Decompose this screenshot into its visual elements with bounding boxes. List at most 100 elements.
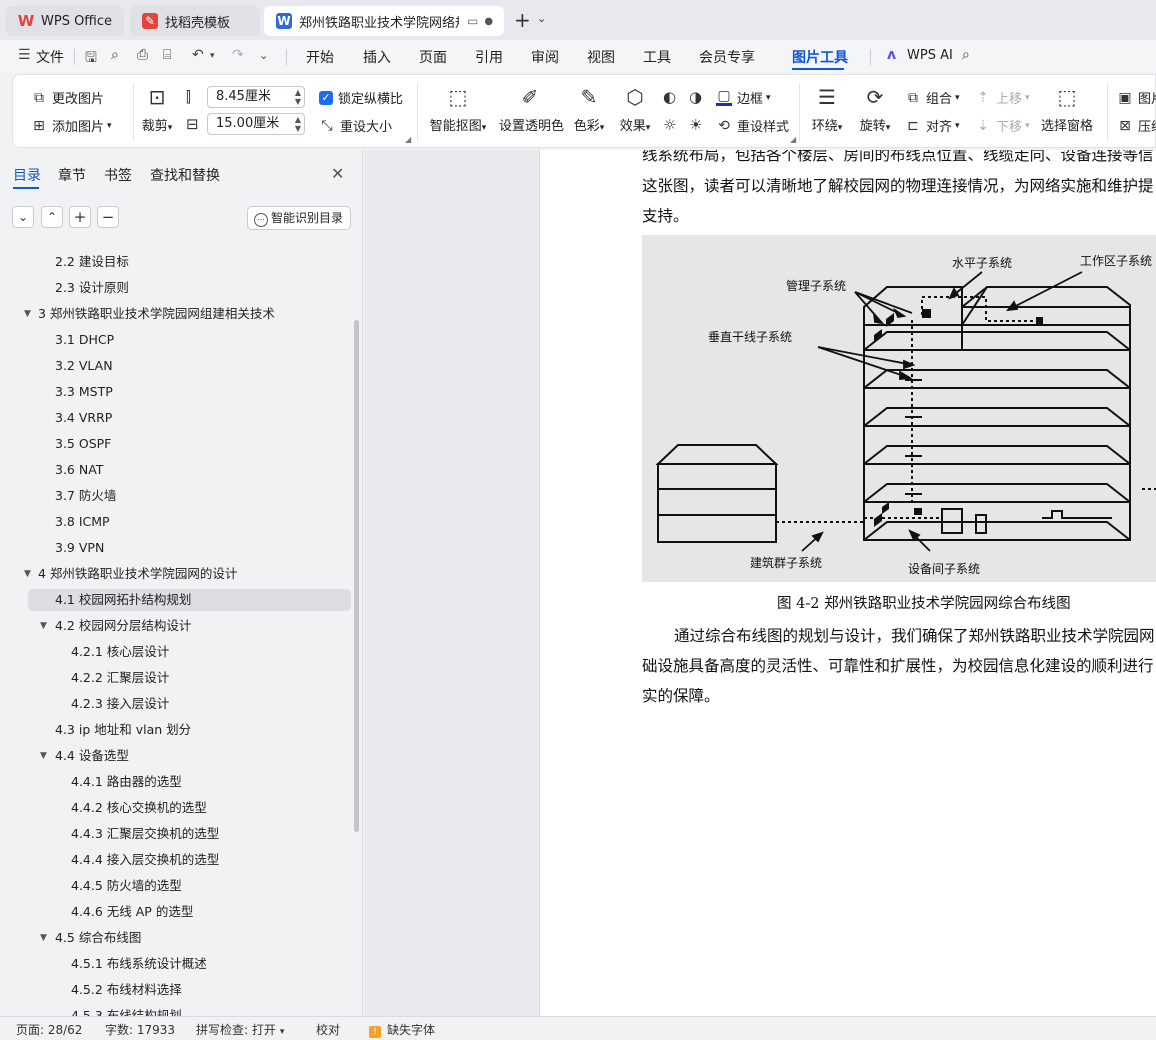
reset-size-button[interactable]: ⤡ 重设大小 bbox=[319, 116, 392, 136]
menu-view[interactable]: 视图 bbox=[587, 47, 615, 67]
toc-item[interactable]: 4.2.3 接入层设计 bbox=[0, 693, 356, 715]
tab-bookmarks[interactable]: 书签 bbox=[104, 165, 132, 185]
toc-item[interactable]: 3.4 VRRP bbox=[0, 407, 356, 429]
chevron-down-icon[interactable]: ⌄ bbox=[537, 12, 546, 25]
effect-button[interactable]: ⬡ 效果▾ bbox=[615, 85, 655, 134]
menu-file[interactable]: 文件 bbox=[36, 47, 64, 67]
toc-item[interactable]: 4.1 校园网拓扑结构规划 bbox=[28, 589, 351, 611]
redo-icon[interactable]: ↷ bbox=[232, 47, 244, 63]
expand-up-button[interactable]: ⌃ bbox=[41, 206, 63, 228]
unsaved-dot-icon[interactable]: ● bbox=[484, 16, 493, 27]
tab-chapters[interactable]: 章节 bbox=[58, 165, 86, 185]
border-button[interactable]: ▢ 边框 ▾ bbox=[716, 88, 771, 107]
print-preview-icon[interactable]: ⌸ bbox=[163, 47, 171, 63]
image-more-button[interactable]: ▣图片 bbox=[1117, 88, 1156, 108]
toc-item[interactable]: 4.4.2 核心交换机的选型 bbox=[0, 797, 356, 819]
spell-check-toggle[interactable]: 拼写检查: 打开 ▾ bbox=[196, 1021, 284, 1038]
page-indicator[interactable]: 页面: 28/62 bbox=[16, 1021, 82, 1038]
toc-item[interactable]: 3.2 VLAN bbox=[0, 355, 356, 377]
undo-icon[interactable]: ↶ bbox=[192, 47, 204, 63]
toc-item[interactable]: 4.4.4 接入层交换机的选型 bbox=[0, 849, 356, 871]
menu-page[interactable]: 页面 bbox=[419, 47, 447, 67]
spinner-arrows-icon[interactable]: ▲ ▼ bbox=[295, 88, 301, 106]
save-icon[interactable]: 🖫 bbox=[85, 47, 97, 71]
expand-toggle-icon[interactable]: ▼ bbox=[24, 303, 31, 325]
menu-wps-ai[interactable]: WPS AI bbox=[907, 48, 953, 63]
move-up-button[interactable]: ⇡ 上移 ▾ bbox=[975, 88, 1029, 108]
tab-wps-office[interactable]: W WPS Office bbox=[6, 6, 124, 36]
export-icon[interactable]: ⌕ bbox=[111, 47, 119, 63]
compress-button[interactable]: ⊠压缩 bbox=[1117, 116, 1156, 136]
cabling-diagram-image[interactable]: 水平子系统 工作区子系统 管理子系统 垂直干线子系统 建筑群子系统 设备间子系统 bbox=[642, 235, 1156, 582]
toc-item[interactable]: 3.1 DHCP bbox=[0, 329, 356, 351]
lock-ratio-checkbox[interactable]: ✓ 锁定纵横比 bbox=[319, 88, 403, 107]
toc-item[interactable]: 3.7 防火墙 bbox=[0, 485, 356, 507]
toc-item[interactable]: ▼ 4 郑州铁路职业技术学院园网的设计 bbox=[0, 563, 356, 585]
word-count[interactable]: 字数: 17933 bbox=[105, 1021, 175, 1038]
proofread-button[interactable]: 校对 bbox=[316, 1021, 340, 1038]
spinner-arrows-icon[interactable]: ▲ ▼ bbox=[295, 115, 301, 133]
tab-toc[interactable]: 目录 bbox=[13, 165, 41, 185]
set-transparent-button[interactable]: ✐ 设置透明色 bbox=[499, 85, 564, 134]
toc-item[interactable]: 2.3 设计原则 bbox=[0, 277, 356, 299]
toc-item[interactable]: 4.4.3 汇聚层交换机的选型 bbox=[0, 823, 356, 845]
expand-toggle-icon[interactable]: ▼ bbox=[24, 563, 31, 585]
select-pane-button[interactable]: ⬚ 选择窗格 bbox=[1039, 85, 1095, 134]
tab-document[interactable]: W 郑州铁路职业技术学院网络规划 ▭ ● bbox=[264, 6, 504, 36]
toc-item[interactable]: 3.8 ICMP bbox=[0, 511, 356, 533]
toc-item[interactable]: 4.2.1 核心层设计 bbox=[0, 641, 356, 663]
toc-item[interactable]: 4.4.6 无线 AP 的选型 bbox=[0, 901, 356, 923]
wrap-button[interactable]: ☰ 环绕▾ bbox=[807, 85, 847, 134]
toc-item[interactable]: 4.4.1 路由器的选型 bbox=[0, 771, 356, 793]
hamburger-icon[interactable]: ☰ bbox=[18, 47, 31, 63]
tab-find-replace[interactable]: 查找和替换 bbox=[150, 165, 220, 185]
smart-toc-button[interactable]: ⋯ 智能识别目录 bbox=[247, 206, 351, 230]
menu-picture-tools[interactable]: 图片工具 bbox=[792, 47, 848, 67]
align-button[interactable]: ⊏ 对齐 ▾ bbox=[905, 116, 959, 136]
collapse-all-button[interactable]: ⌄ bbox=[12, 206, 34, 228]
change-image-button[interactable]: ⧉ 更改图片 bbox=[31, 88, 104, 108]
tab-docer-templates[interactable]: ✎ 找稻壳模板 bbox=[130, 6, 260, 36]
menu-review[interactable]: 审阅 bbox=[531, 47, 559, 67]
add-heading-button[interactable]: + bbox=[69, 206, 91, 228]
expand-toggle-icon[interactable]: ▼ bbox=[40, 927, 47, 949]
missing-font-button[interactable]: ! 缺失字体 bbox=[369, 1021, 435, 1038]
toc-item[interactable]: 3.3 MSTP bbox=[0, 381, 356, 403]
wps-ai-icon[interactable]: ᴧ bbox=[887, 47, 896, 63]
expand-toggle-icon[interactable]: ▼ bbox=[40, 615, 47, 637]
toc-item[interactable]: 3.5 OSPF bbox=[0, 433, 356, 455]
group-button[interactable]: ⧉ 组合 ▾ bbox=[905, 88, 960, 108]
dialog-launcher-icon[interactable]: ◢ bbox=[790, 135, 796, 144]
toc-item[interactable]: 4.5.1 布线系统设计概述 bbox=[0, 953, 356, 975]
toc-item[interactable]: 4.2.2 汇聚层设计 bbox=[0, 667, 356, 689]
menu-member[interactable]: 会员专享 bbox=[699, 47, 755, 67]
toc-item[interactable]: ▼ 3 郑州铁路职业技术学院园网组建相关技术 bbox=[0, 303, 356, 325]
search-icon[interactable]: ⌕ bbox=[962, 47, 970, 63]
remove-heading-button[interactable]: − bbox=[97, 206, 119, 228]
toc-item[interactable]: 4.4.5 防火墙的选型 bbox=[0, 875, 356, 897]
more-dropdown-icon[interactable]: ⌄ bbox=[259, 49, 268, 62]
expand-toggle-icon[interactable]: ▼ bbox=[40, 745, 47, 767]
crop-button[interactable]: ⊡ 裁剪▾ bbox=[137, 85, 177, 134]
dialog-launcher-icon[interactable]: ◢ bbox=[405, 135, 411, 144]
toc-item[interactable]: ▼ 4.4 设备选型 bbox=[0, 745, 356, 767]
undo-dropdown-icon[interactable]: ▾ bbox=[210, 51, 215, 61]
toc-item[interactable]: 2.2 建设目标 bbox=[0, 251, 356, 273]
toc-item[interactable]: ▼ 4.5 综合布线图 bbox=[0, 927, 356, 949]
height-input[interactable]: 15.00厘米 ▲ ▼ bbox=[207, 113, 305, 135]
toc-item[interactable]: 3.6 NAT bbox=[0, 459, 356, 481]
reset-style-button[interactable]: ⟲ 重设样式 bbox=[716, 116, 789, 136]
menu-insert[interactable]: 插入 bbox=[363, 47, 391, 67]
contrast-up-icon[interactable]: ◐ bbox=[663, 88, 676, 106]
brightness-down-icon[interactable]: ☀ bbox=[689, 116, 702, 134]
scrollbar[interactable] bbox=[354, 320, 359, 832]
toc-item[interactable]: 4.5.2 布线材料选择 bbox=[0, 979, 356, 1001]
width-input[interactable]: 8.45厘米 ▲ ▼ bbox=[207, 86, 305, 108]
brightness-up-icon[interactable]: ☼ bbox=[663, 116, 676, 134]
menu-home[interactable]: 开始 bbox=[306, 47, 334, 67]
move-down-button[interactable]: ⇣ 下移 ▾ bbox=[975, 116, 1029, 136]
contrast-down-icon[interactable]: ◑ bbox=[689, 88, 702, 106]
add-image-button[interactable]: ⊞ 添加图片 ▾ bbox=[31, 116, 111, 136]
close-icon[interactable]: ✕ bbox=[331, 164, 344, 183]
new-tab-icon[interactable]: + bbox=[514, 8, 531, 32]
